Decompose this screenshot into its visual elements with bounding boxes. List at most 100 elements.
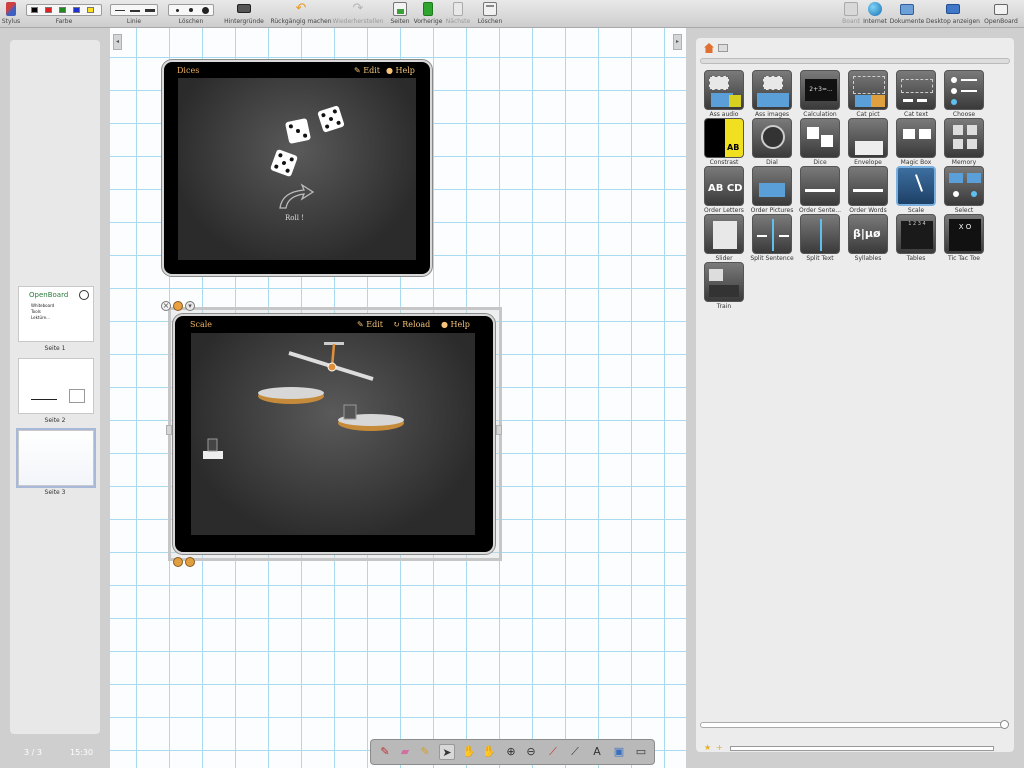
dice-face-5[interactable]	[269, 148, 299, 178]
previous-page-button[interactable]: Vorherige	[412, 0, 444, 28]
documents-button[interactable]: Dokumente	[888, 0, 926, 28]
library-item-constrast[interactable]: AB Constrast	[704, 118, 744, 166]
color-yellow-swatch[interactable]	[87, 7, 94, 13]
scrollbar-handle[interactable]	[1000, 720, 1009, 729]
library-item-ass-images[interactable]: Ass images	[752, 70, 792, 118]
library-item-tables[interactable]: 1 2 3 4 Tables	[896, 214, 936, 262]
library-item-order-letters[interactable]: AB CD Order Letters	[704, 166, 744, 214]
library-item-calculation[interactable]: 2+3=... Calculation	[800, 70, 840, 118]
line-width-picker[interactable]: Linie	[110, 0, 158, 28]
roll-label[interactable]: Roll !	[285, 214, 304, 222]
dices-play-area[interactable]: Roll !	[178, 78, 416, 260]
thumbnail-size-slider[interactable]	[730, 746, 994, 751]
eraser-small-option[interactable]	[176, 9, 179, 12]
capture-tool-icon[interactable]: ▣	[611, 744, 627, 760]
dices-widget[interactable]: Dices ✎ Edit ● Help Roll !	[162, 60, 432, 276]
dice-face-3[interactable]	[284, 117, 312, 145]
zoom-add-icon[interactable]: +	[716, 744, 724, 752]
library-item-dice[interactable]: Dice	[800, 118, 840, 166]
internet-button[interactable]: Internet	[862, 0, 888, 28]
pages-button[interactable]: Seiten	[388, 0, 412, 28]
hand-tool-icon[interactable]: ✋	[481, 744, 497, 760]
library-item-order-sente[interactable]: Order Sente...	[799, 166, 841, 214]
library-item-magic-box[interactable]: Magic Box	[896, 118, 936, 166]
marker-tool-icon[interactable]: ✎	[417, 744, 433, 760]
eraser-medium-option[interactable]	[189, 8, 193, 12]
scale-help-button[interactable]: ● Help	[441, 320, 470, 329]
line-thick-option[interactable]	[145, 9, 155, 12]
library-item-order-pictures[interactable]: Order Pictures	[751, 166, 793, 214]
scale-play-area[interactable]	[191, 333, 475, 535]
laser-pointer-icon[interactable]: ⟋	[545, 744, 561, 760]
page-thumbnail-1[interactable]: OpenBoard Whiteboard Tools Lektüre...	[18, 286, 94, 342]
scale-edit-button[interactable]: ✎ Edit	[357, 320, 383, 329]
library-item-choose[interactable]: Choose	[944, 70, 984, 118]
library-item-syllables[interactable]: β|μø Syllables	[848, 214, 888, 262]
show-desktop-button[interactable]: Desktop anzeigen	[926, 0, 980, 28]
pen-tool-icon[interactable]: ✎	[377, 744, 393, 760]
library-item-split-text[interactable]: Split Text	[800, 214, 840, 262]
balance-scale[interactable]	[191, 333, 475, 535]
collapse-right-panel-handle[interactable]: ▸	[673, 34, 682, 50]
resize-right-handle[interactable]	[496, 425, 502, 435]
close-widget-icon[interactable]: ×	[161, 301, 171, 311]
scale-widget[interactable]: Scale ✎ Edit ↻ Reload ● Help	[173, 314, 495, 554]
eraser-tool-icon[interactable]: ▰	[397, 744, 413, 760]
widget-menu-icon[interactable]: ▾	[185, 301, 195, 311]
text-tool-icon[interactable]: A	[589, 744, 605, 760]
eraser-large-option[interactable]	[202, 7, 209, 14]
library-top-scrollbar[interactable]	[700, 58, 1010, 64]
widget-options-icon-1[interactable]	[173, 557, 183, 567]
line-thin-option[interactable]	[115, 10, 125, 11]
folder-icon[interactable]	[718, 44, 728, 52]
library-item-scale[interactable]: Scale	[896, 166, 936, 214]
backgrounds-button[interactable]: Hintergründe	[222, 0, 266, 28]
duplicate-widget-icon[interactable]	[173, 301, 183, 311]
page-thumbnail-2[interactable]	[18, 358, 94, 414]
dices-help-button[interactable]: ● Help	[386, 66, 415, 75]
color-black-swatch[interactable]	[31, 7, 38, 13]
library-item-select[interactable]: Select	[944, 166, 984, 214]
color-red-swatch[interactable]	[45, 7, 52, 13]
library-item-ass-audio[interactable]: Ass audio	[704, 70, 744, 118]
library-item-dial[interactable]: Dial	[752, 118, 792, 166]
play-tool-icon[interactable]: ✋	[461, 744, 477, 760]
library-bottom-scrollbar[interactable]	[700, 722, 1006, 728]
resize-left-handle[interactable]	[166, 425, 172, 435]
color-green-swatch[interactable]	[59, 7, 66, 13]
library-item-order-words[interactable]: Order Words	[848, 166, 888, 214]
color-blue-swatch[interactable]	[73, 7, 80, 13]
next-page-button[interactable]: Nächste	[444, 0, 472, 28]
dice-face-5[interactable]	[317, 105, 345, 133]
library-item-train[interactable]: Train	[704, 262, 744, 310]
dices-edit-button[interactable]: ✎ Edit	[354, 66, 380, 75]
zoom-out-icon[interactable]: ⊖	[523, 744, 539, 760]
library-item-slider[interactable]: Slider	[704, 214, 744, 262]
zoom-favorite-icon[interactable]: ★	[704, 744, 712, 752]
library-item-memory[interactable]: Memory	[944, 118, 984, 166]
zoom-in-icon[interactable]: ⊕	[503, 744, 519, 760]
redo-button[interactable]: ↷ Wiederherstellen	[332, 0, 384, 28]
library-item-envelope[interactable]: Envelope	[848, 118, 888, 166]
delete-page-button[interactable]: Löschen	[476, 0, 504, 28]
widget-options-icon-2[interactable]	[185, 557, 195, 567]
library-item-cat-pict[interactable]: Cat pict	[848, 70, 888, 118]
line-tool-icon[interactable]: ⟋	[567, 744, 583, 760]
stylus-button[interactable]: Stylus	[0, 0, 22, 28]
board-mode-button[interactable]: Board	[838, 0, 864, 28]
library-item-tic-tac-toe[interactable]: X O Tic Tac Toe	[944, 214, 984, 262]
eraser-size-picker[interactable]: Löschen	[168, 0, 214, 28]
library-item-split-sentence[interactable]: Split Sentence	[750, 214, 794, 262]
board-canvas[interactable]: ◂ ▸ Dices ✎ Edit ● Help Roll ! × ▾ Scale…	[110, 28, 686, 768]
collapse-left-panel-handle[interactable]: ◂	[113, 34, 122, 50]
roll-arrow-icon[interactable]	[276, 182, 316, 210]
scale-reload-button[interactable]: ↻ Reload	[393, 320, 430, 329]
openboard-menu-button[interactable]: OpenBoard	[982, 0, 1020, 28]
library-item-cat-text[interactable]: Cat text	[896, 70, 936, 118]
page-thumbnail-3[interactable]	[16, 428, 96, 488]
selector-tool-icon[interactable]: ➤	[439, 744, 455, 760]
home-icon[interactable]	[704, 43, 714, 53]
keyboard-tool-icon[interactable]: ▭	[633, 744, 649, 760]
color-picker[interactable]: Farbe	[26, 0, 102, 28]
line-medium-option[interactable]	[130, 10, 140, 12]
